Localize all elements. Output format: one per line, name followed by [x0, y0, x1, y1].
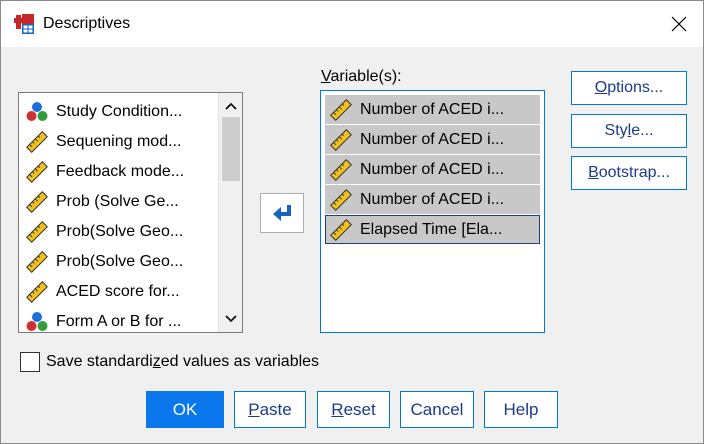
selected-variable-item[interactable]: Number of ACED i...: [325, 125, 540, 154]
chevron-up-icon: [224, 102, 237, 110]
save-standardized-checkbox[interactable]: [20, 352, 40, 372]
selected-variable-label: Number of ACED i...: [360, 160, 505, 178]
list-item[interactable]: Feedback mode...: [19, 157, 219, 187]
scroll-thumb[interactable]: [222, 117, 240, 181]
scale-icon: [26, 221, 48, 243]
list-item-label: ACED score for...: [56, 283, 180, 300]
list-item-label: Prob (Solve Ge...: [56, 193, 179, 210]
scale-icon: [330, 128, 352, 151]
selected-variable-label: Number of ACED i...: [360, 190, 505, 208]
window-title: Descriptives: [43, 15, 131, 32]
options-button[interactable]: Options...: [571, 71, 687, 105]
save-standardized-label: Save standardized values as variables: [46, 353, 320, 370]
selected-variable-item[interactable]: Elapsed Time [Ela...: [325, 215, 540, 244]
scale-icon: [330, 218, 352, 241]
cancel-button[interactable]: Cancel: [400, 391, 474, 428]
bootstrap-button[interactable]: Bootstrap...: [571, 156, 687, 190]
paste-button[interactable]: Paste: [234, 391, 306, 428]
list-item-label: Sequening mod...: [56, 133, 182, 150]
scale-icon: [330, 98, 352, 121]
list-item[interactable]: Prob(Solve Geo...: [19, 217, 219, 247]
scroll-up-arrow[interactable]: [219, 95, 242, 117]
scale-icon: [26, 251, 48, 273]
scale-icon: [26, 161, 48, 183]
list-item[interactable]: Prob (Solve Ge...: [19, 187, 219, 217]
scale-icon: [26, 281, 48, 303]
target-variable-list[interactable]: Number of ACED i... Number of ACED i... Nu…: [320, 90, 545, 333]
descriptives-dialog: Descriptives Form A or B for ... ACED sco…: [0, 0, 704, 444]
nominal-icon: [26, 102, 48, 121]
list-item-label: Prob(Solve Geo...: [56, 223, 184, 240]
scale-icon: [330, 158, 352, 181]
close-icon: [671, 16, 687, 32]
list-item-label: Form A or B for ...: [56, 313, 182, 330]
scale-icon: [26, 131, 48, 153]
reset-button[interactable]: Reset: [317, 391, 390, 428]
save-standardized-row[interactable]: Save standardized values as variables: [20, 352, 319, 372]
help-button[interactable]: Help: [484, 391, 558, 428]
title-bar: Descriptives: [1, 1, 703, 47]
list-item[interactable]: Form A or B for ...: [19, 307, 219, 332]
list-item-label: Prob(Solve Geo...: [56, 253, 184, 270]
source-variable-list[interactable]: Form A or B for ... ACED score for... Prob…: [18, 92, 243, 333]
chevron-down-icon: [224, 315, 237, 323]
scale-icon: [330, 188, 352, 211]
list-item[interactable]: Sequening mod...: [19, 127, 219, 157]
list-item-label: Study Condition...: [56, 103, 183, 120]
spss-app-icon: [14, 14, 34, 34]
selected-variable-label: Elapsed Time [Ela...: [360, 220, 503, 238]
selected-variable-item[interactable]: Number of ACED i...: [325, 185, 540, 214]
selected-variable-item[interactable]: Number of ACED i...: [325, 95, 540, 124]
move-arrow-icon: [273, 205, 291, 221]
selected-variable-item[interactable]: Number of ACED i...: [325, 155, 540, 184]
list-item[interactable]: Study Condition...: [19, 97, 219, 127]
variables-label: Variable(s):: [321, 68, 402, 85]
source-list-scrollbar[interactable]: [218, 93, 242, 332]
style-button[interactable]: Sty l e...: [571, 114, 687, 148]
move-variable-button[interactable]: [260, 193, 304, 233]
selected-variable-label: Number of ACED i...: [360, 100, 505, 118]
list-item[interactable]: ACED score for...: [19, 277, 219, 307]
list-item-label: Feedback mode...: [56, 163, 185, 180]
selected-variable-label: Number of ACED i...: [360, 130, 505, 148]
scroll-down-arrow[interactable]: [219, 308, 242, 330]
list-item[interactable]: Prob(Solve Geo...: [19, 247, 219, 277]
ok-button[interactable]: OK: [146, 391, 224, 428]
nominal-icon: [26, 312, 48, 331]
close-button[interactable]: [659, 5, 699, 43]
scale-icon: [26, 191, 48, 213]
